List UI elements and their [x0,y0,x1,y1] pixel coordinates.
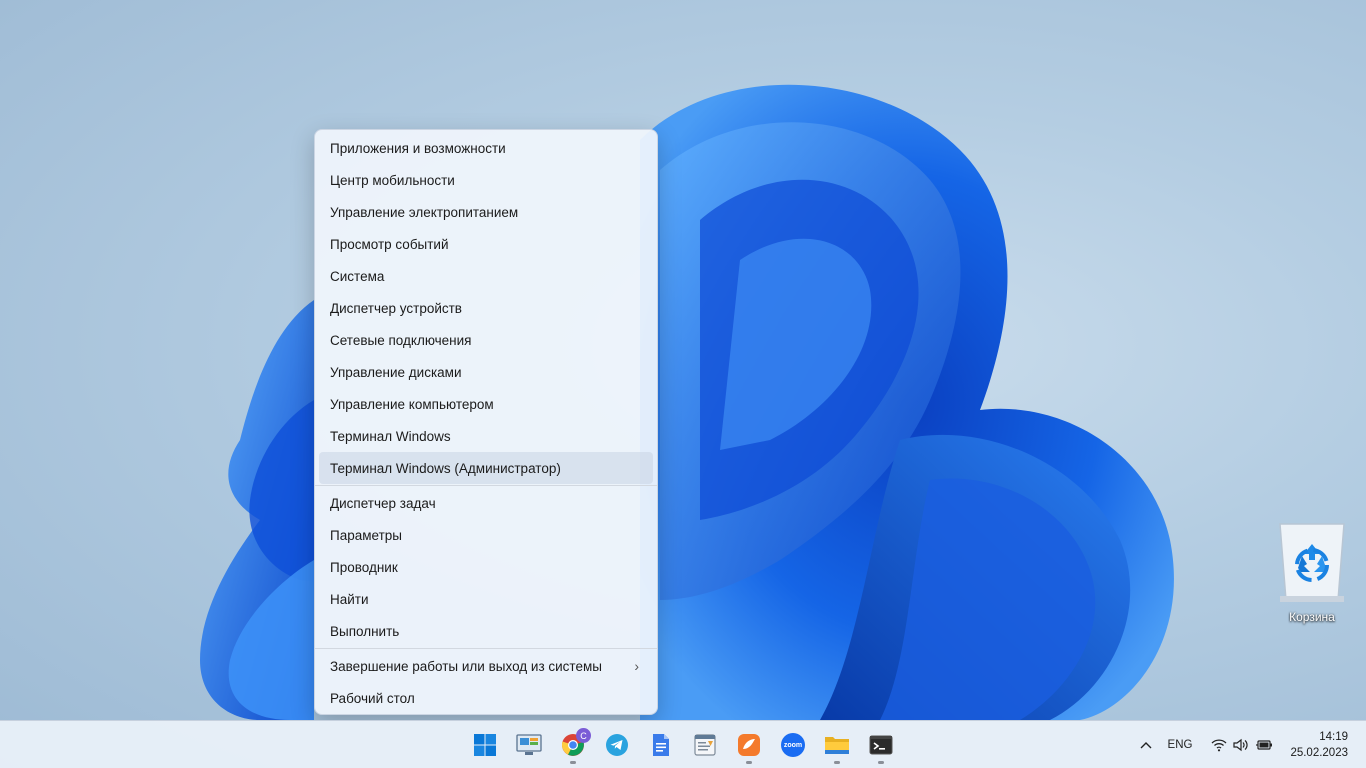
running-indicator [878,761,884,764]
desktop[interactable]: Корзина Приложения и возможности Центр м… [0,0,1366,720]
taskbar-app-docs[interactable] [641,725,681,765]
menu-item-search[interactable]: Найти [319,583,653,615]
document-icon [653,734,669,756]
running-indicator [570,761,576,764]
running-indicator [834,761,840,764]
taskbar-app-editor[interactable] [685,725,725,765]
winx-context-menu: Приложения и возможности Центр мобильнос… [314,129,658,715]
profile-badge: C [576,728,591,743]
menu-item-disk-management[interactable]: Управление дисками [319,356,653,388]
language-indicator[interactable]: ENG [1162,721,1198,768]
clock-time: 14:19 [1319,731,1348,743]
menu-separator [315,485,657,486]
running-indicator [746,761,752,764]
windows-logo-icon [474,734,496,756]
taskbar-app-zoom[interactable]: zoom [773,725,813,765]
menu-item-file-explorer[interactable]: Проводник [319,551,653,583]
battery-charging-icon [1256,740,1272,750]
taskbar-app-chrome[interactable]: C [553,725,593,765]
taskbar-app-file-explorer[interactable] [817,725,857,765]
recycle-bin-label: Корзина [1289,610,1335,624]
menu-item-windows-terminal[interactable]: Терминал Windows [319,420,653,452]
taskbar-app-terminal[interactable] [861,725,901,765]
recycle-bin-shortcut[interactable]: Корзина [1272,518,1352,630]
taskbar: C zoom ENG 14:19 25.02.2023 [0,720,1366,768]
text-editor-icon [694,734,716,756]
clock-date: 25.02.2023 [1290,747,1348,759]
recycle-bin-icon [1279,523,1345,602]
menu-item-desktop[interactable]: Рабочий стол [319,682,653,714]
start-button[interactable] [465,725,505,765]
monitor-app-icon [516,734,542,755]
taskbar-app-telegram[interactable] [597,725,637,765]
menu-item-event-viewer[interactable]: Просмотр событий [319,228,653,260]
clock[interactable]: 14:19 25.02.2023 [1290,729,1348,761]
menu-item-settings[interactable]: Параметры [319,519,653,551]
wifi-icon [1211,739,1227,752]
menu-item-mobility-center[interactable]: Центр мобильности [319,164,653,196]
menu-item-task-manager[interactable]: Диспетчер задач [319,487,653,519]
menu-separator [315,648,657,649]
chevron-up-icon [1140,742,1152,749]
terminal-icon [869,735,893,755]
volume-icon [1233,738,1248,752]
menu-item-network-connections[interactable]: Сетевые подключения [319,324,653,356]
menu-item-computer-management[interactable]: Управление компьютером [319,388,653,420]
bird-app-icon [738,734,760,756]
folder-icon [825,737,849,754]
chevron-right-icon: › [634,658,639,674]
taskbar-app-bird[interactable] [729,725,769,765]
show-hidden-icons-button[interactable] [1134,721,1158,768]
menu-item-system[interactable]: Система [319,260,653,292]
menu-item-apps-features[interactable]: Приложения и возможности [319,132,653,164]
menu-item-run[interactable]: Выполнить [319,615,653,647]
menu-item-device-manager[interactable]: Диспетчер устройств [319,292,653,324]
menu-item-windows-terminal-admin[interactable]: Терминал Windows (Администратор) [319,452,653,484]
zoom-icon: zoom [781,733,805,757]
menu-item-shutdown-signout[interactable]: Завершение работы или выход из системы › [319,650,653,682]
quick-settings-button[interactable] [1206,721,1278,768]
menu-item-power-options[interactable]: Управление электропитанием [319,196,653,228]
wallpaper-bloom [200,84,1174,720]
taskbar-app-monitor[interactable] [509,725,549,765]
telegram-icon [606,734,628,756]
